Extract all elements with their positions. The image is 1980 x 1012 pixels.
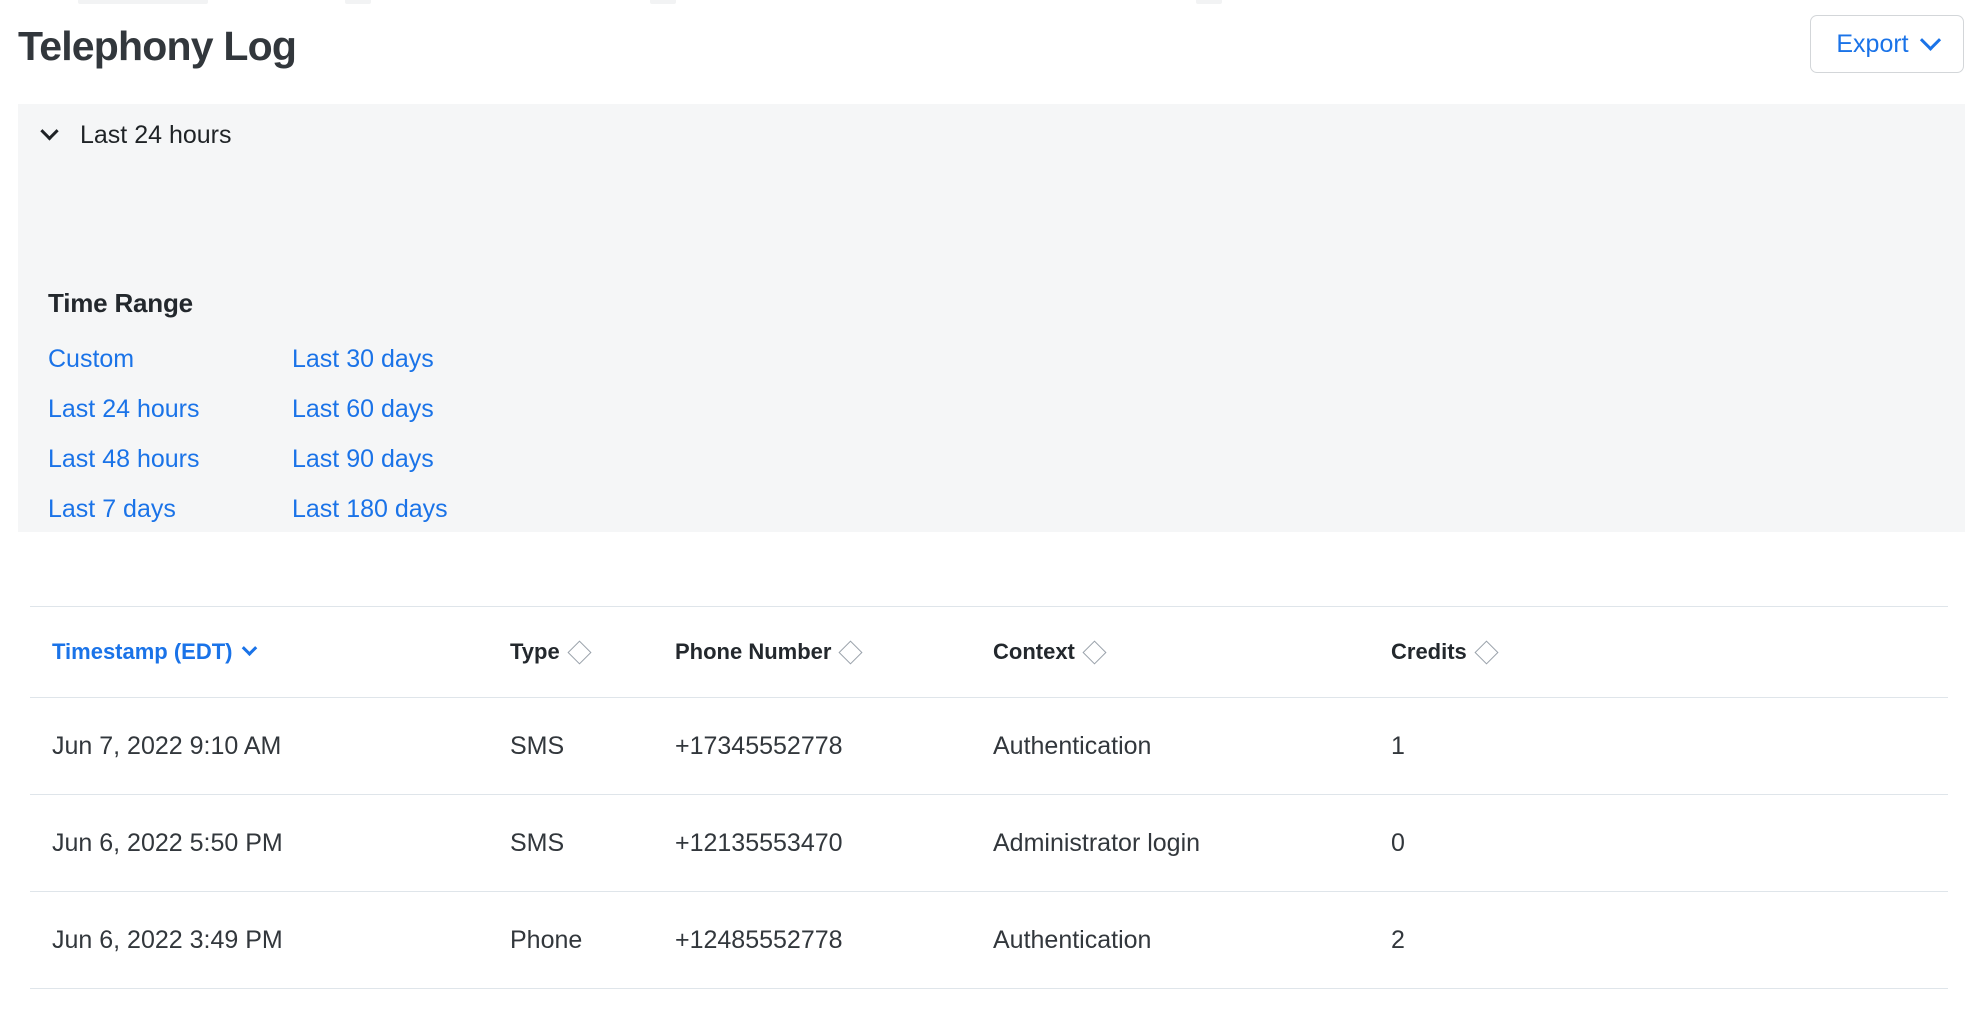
table-row[interactable]: Jun 7, 2022 9:10 AM SMS +17345552778 Aut…: [30, 698, 1948, 795]
column-header-context[interactable]: Context: [993, 639, 1391, 665]
chevron-down-icon: [18, 129, 80, 142]
time-range-option-last-24-hours[interactable]: Last 24 hours: [48, 384, 292, 434]
export-button[interactable]: Export: [1810, 15, 1964, 73]
time-range-options: Custom Last 24 hours Last 48 hours Last …: [48, 334, 536, 534]
cell-type: Phone: [510, 926, 675, 955]
column-header-context-label: Context: [993, 639, 1075, 665]
filter-toggle-label: Last 24 hours: [80, 121, 232, 150]
cell-type: SMS: [510, 829, 675, 858]
time-range-heading: Time Range: [48, 288, 193, 319]
table-header-row: Timestamp (EDT) Type Phone Number Contex…: [30, 606, 1948, 698]
sort-diamond-icon: [1474, 640, 1498, 664]
filter-panel: Last 24 hours Time Range Custom Last 24 …: [18, 104, 1965, 532]
cell-phone: +12135553470: [675, 829, 993, 858]
time-range-option-last-180-days[interactable]: Last 180 days: [292, 484, 536, 534]
column-header-credits[interactable]: Credits: [1391, 639, 1811, 665]
chevron-down-icon: [241, 640, 257, 656]
sort-diamond-icon: [1082, 640, 1106, 664]
cell-context: Authentication: [993, 732, 1391, 761]
cell-timestamp: Jun 6, 2022 5:50 PM: [30, 829, 510, 858]
time-range-column-2: Last 30 days Last 60 days Last 90 days L…: [292, 334, 536, 534]
sort-diamond-icon: [839, 640, 863, 664]
table-row[interactable]: Jun 6, 2022 5:50 PM SMS +12135553470 Adm…: [30, 795, 1948, 892]
time-range-option-last-48-hours[interactable]: Last 48 hours: [48, 434, 292, 484]
cell-phone: +12485552778: [675, 926, 993, 955]
export-button-label: Export: [1836, 32, 1908, 57]
filter-toggle[interactable]: Last 24 hours: [18, 104, 232, 166]
telephony-log-table: Timestamp (EDT) Type Phone Number Contex…: [30, 606, 1948, 989]
cell-credits: 0: [1391, 829, 1811, 858]
table-row[interactable]: Jun 6, 2022 3:49 PM Phone +12485552778 A…: [30, 892, 1948, 989]
column-header-phone-number[interactable]: Phone Number: [675, 639, 993, 665]
cell-context: Authentication: [993, 926, 1391, 955]
column-header-credits-label: Credits: [1391, 639, 1467, 665]
time-range-option-custom[interactable]: Custom: [48, 334, 292, 384]
cell-type: SMS: [510, 732, 675, 761]
column-header-phone-number-label: Phone Number: [675, 639, 831, 665]
cell-timestamp: Jun 6, 2022 3:49 PM: [30, 926, 510, 955]
cell-phone: +17345552778: [675, 732, 993, 761]
sort-diamond-icon: [567, 640, 591, 664]
time-range-option-last-7-days[interactable]: Last 7 days: [48, 484, 292, 534]
column-header-timestamp[interactable]: Timestamp (EDT): [30, 639, 510, 665]
chevron-down-icon: [1920, 29, 1941, 50]
column-header-type-label: Type: [510, 639, 560, 665]
cell-context: Administrator login: [993, 829, 1391, 858]
page-title: Telephony Log: [18, 22, 296, 70]
time-range-option-last-30-days[interactable]: Last 30 days: [292, 334, 536, 384]
cell-timestamp: Jun 7, 2022 9:10 AM: [30, 732, 510, 761]
cell-credits: 1: [1391, 732, 1811, 761]
column-header-timestamp-label: Timestamp (EDT): [52, 639, 233, 665]
page-header: Telephony Log Export: [0, 0, 1980, 104]
cell-credits: 2: [1391, 926, 1811, 955]
time-range-option-last-60-days[interactable]: Last 60 days: [292, 384, 536, 434]
time-range-option-last-90-days[interactable]: Last 90 days: [292, 434, 536, 484]
time-range-column-1: Custom Last 24 hours Last 48 hours Last …: [48, 334, 292, 534]
column-header-type[interactable]: Type: [510, 639, 675, 665]
